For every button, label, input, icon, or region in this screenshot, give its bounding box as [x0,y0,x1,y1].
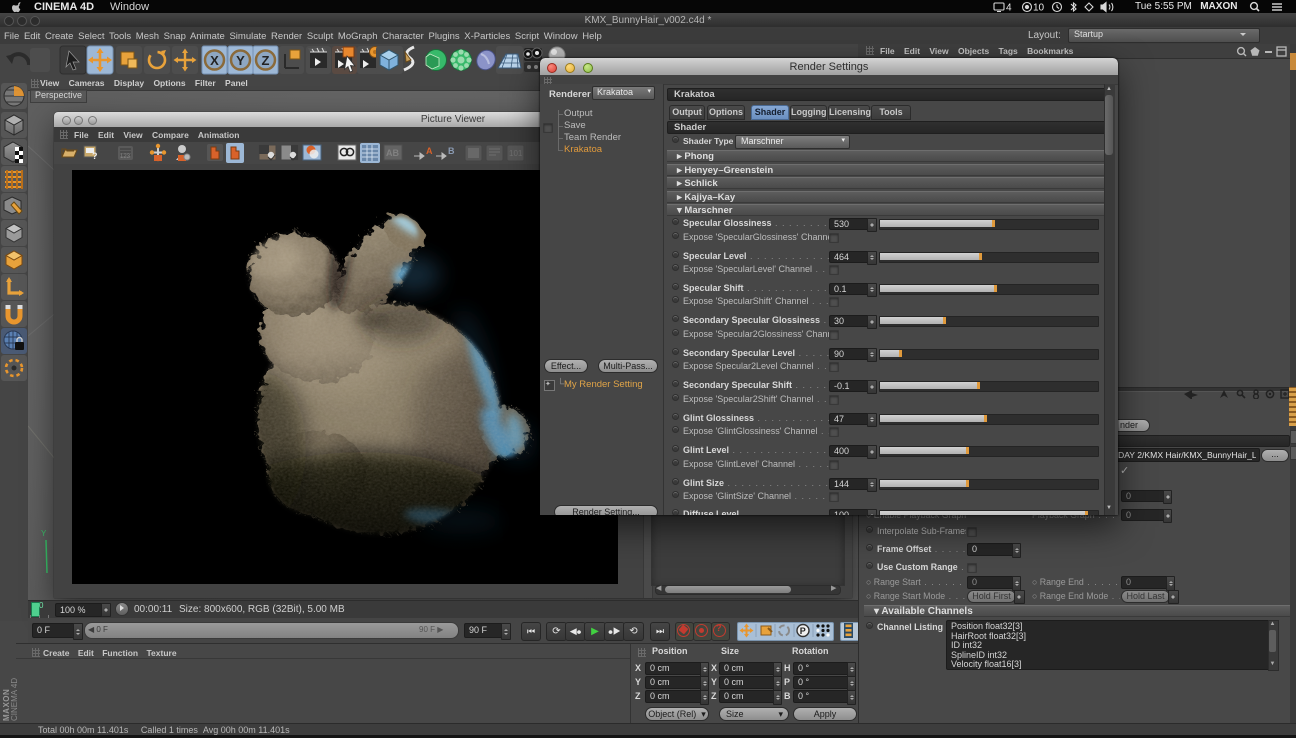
svg-text:Y: Y [41,529,47,538]
svg-text:?: ? [92,151,98,161]
svg-text:P: P [800,626,806,636]
svg-text:X: X [210,53,219,68]
svg-text:A: A [426,146,433,156]
svg-text:123: 123 [120,154,131,160]
svg-text:10: 10 [1033,3,1045,14]
svg-text:B: B [448,146,455,156]
svg-text:Y: Y [236,53,245,68]
svg-text:101: 101 [509,149,523,158]
svg-text:AB: AB [386,148,399,158]
svg-text:4: 4 [1006,3,1012,14]
svg-text:Z: Z [262,53,270,68]
